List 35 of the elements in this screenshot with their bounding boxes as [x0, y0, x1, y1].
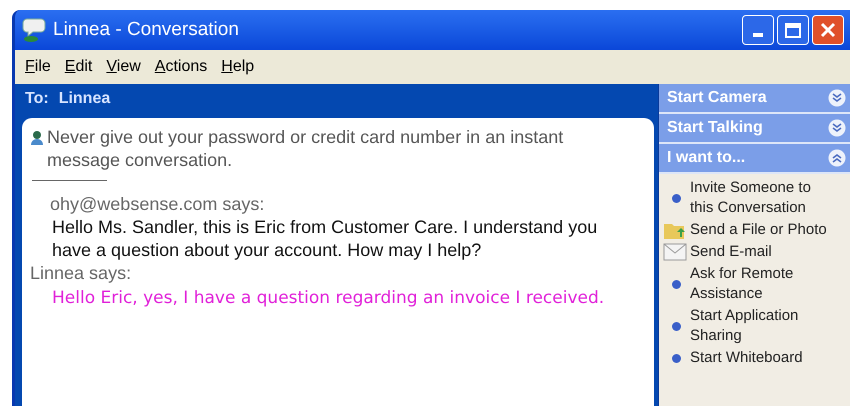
person-icon	[30, 130, 44, 145]
collapse-icon	[828, 149, 846, 167]
task-link[interactable]: Send E-mail	[690, 242, 772, 262]
bullet-icon	[672, 354, 681, 362]
warning-text: Never give out your password or credit card number in an instant message conversation.	[47, 126, 564, 172]
bullet-icon	[672, 194, 681, 202]
expand-icon	[828, 89, 846, 107]
sender-label: Linnea says:	[30, 262, 132, 285]
task-link[interactable]: Start Application Sharing	[690, 306, 836, 346]
close-icon	[820, 22, 836, 38]
menu-item[interactable]: View	[106, 55, 141, 79]
message-text: Hello Eric, yes, I have a question regarding an invoice I received.	[51, 287, 606, 310]
minimize-icon	[753, 33, 763, 37]
close-button[interactable]	[812, 15, 844, 45]
recipient-name: Linnea	[58, 89, 110, 109]
task-link[interactable]: Ask for Remote Assistance	[690, 264, 836, 304]
to-label: To:	[25, 89, 49, 109]
bullet-icon	[672, 322, 681, 330]
minimize-button[interactable]	[742, 15, 774, 45]
bullet-icon	[672, 280, 681, 288]
maximize-icon	[785, 22, 801, 38]
message-text: Hello Ms. Sandler, this is Eric from Customer Care. I understand you have a question about your account. How may I help?	[51, 216, 598, 262]
task-link[interactable]: Start Whiteboard	[690, 348, 803, 368]
task-link[interactable]: Invite Someone to this Conversation	[690, 178, 836, 218]
task-link[interactable]: Send a File or Photo	[690, 220, 827, 240]
menu-item[interactable]: Edit	[64, 55, 92, 79]
expand-icon	[828, 119, 846, 137]
envelope-icon	[663, 243, 687, 261]
menu-item[interactable]: Help	[221, 55, 254, 79]
sender-label: ohy@websense.com says:	[49, 193, 266, 216]
maximize-button[interactable]	[777, 15, 809, 45]
menu-item[interactable]: Actions	[154, 55, 208, 79]
chat-bubble-icon	[21, 17, 47, 43]
menu-item[interactable]: File	[25, 55, 51, 79]
window-title: Linnea - Conversation	[53, 18, 239, 42]
